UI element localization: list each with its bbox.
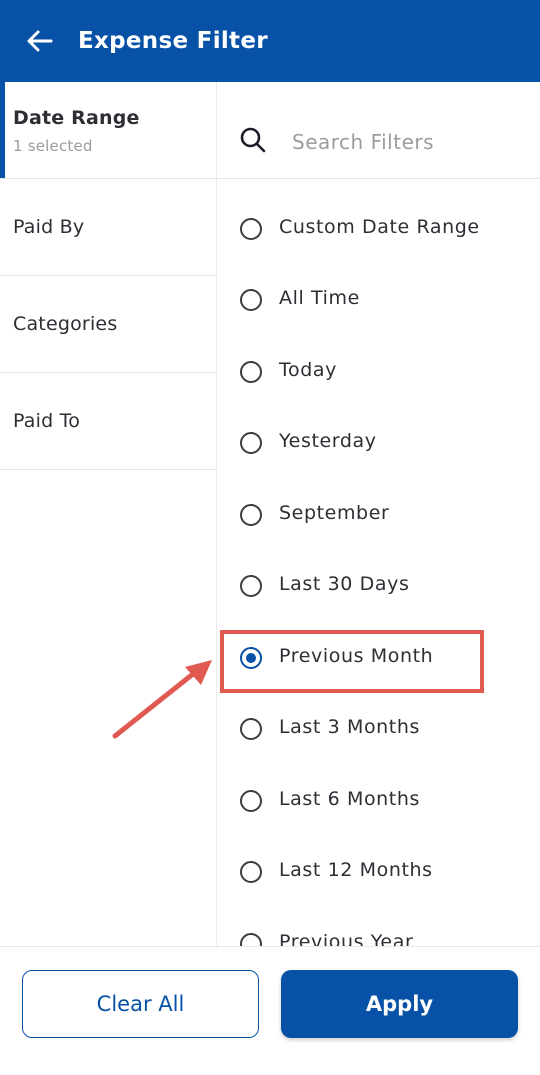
arrow-left-icon <box>27 30 53 52</box>
radio-button[interactable] <box>240 218 262 240</box>
radio-button[interactable] <box>240 861 262 883</box>
option-previous-month[interactable]: Previous Month <box>217 609 540 680</box>
radio-button[interactable] <box>240 504 262 526</box>
option-yesterday[interactable]: Yesterday <box>217 394 540 465</box>
sidebar-item-paid-to[interactable]: Paid To <box>0 373 216 470</box>
date-range-options: Custom Date Range All Time Today Yesterd… <box>217 180 540 946</box>
search-input[interactable] <box>292 122 522 162</box>
sidebar-item-date-range[interactable]: Date Range 1 selected <box>0 82 216 179</box>
option-today[interactable]: Today <box>217 323 540 394</box>
sidebar-item-label: Paid By <box>13 216 85 238</box>
radio-button[interactable] <box>240 361 262 383</box>
radio-button[interactable] <box>240 790 262 812</box>
sidebar-item-label: Categories <box>13 313 118 335</box>
back-button[interactable] <box>20 21 60 61</box>
option-last-12-months[interactable]: Last 12 Months <box>217 823 540 894</box>
search-bar <box>217 82 540 179</box>
sidebar-item-categories[interactable]: Categories <box>0 276 216 373</box>
option-label: Last 30 Days <box>279 573 410 595</box>
option-all-time[interactable]: All Time <box>217 251 540 322</box>
option-label: Yesterday <box>279 430 377 452</box>
clear-all-button[interactable]: Clear All <box>22 970 259 1038</box>
sidebar-item-paid-by[interactable]: Paid By <box>0 179 216 276</box>
option-label: All Time <box>279 287 360 309</box>
option-label: Previous Month <box>279 645 434 667</box>
option-label: Last 6 Months <box>279 788 420 810</box>
radio-button[interactable] <box>240 575 262 597</box>
radio-button[interactable] <box>240 432 262 454</box>
app-bar: Expense Filter <box>0 0 540 82</box>
option-label: Custom Date Range <box>279 216 480 238</box>
radio-button[interactable] <box>240 289 262 311</box>
radio-button[interactable] <box>240 718 262 740</box>
action-footer: Clear All Apply <box>0 946 540 1075</box>
apply-button[interactable]: Apply <box>281 970 518 1038</box>
option-custom-date-range[interactable]: Custom Date Range <box>217 180 540 251</box>
option-label: September <box>279 502 390 524</box>
annotation-arrow-icon <box>112 660 212 739</box>
radio-button-selected[interactable] <box>240 647 262 669</box>
option-label: Previous Year <box>279 931 414 946</box>
page-title: Expense Filter <box>78 28 268 54</box>
radio-button[interactable] <box>240 933 262 946</box>
option-last-30-days[interactable]: Last 30 Days <box>217 537 540 608</box>
option-label: Last 3 Months <box>279 716 420 738</box>
filter-category-sidebar: Date Range 1 selected Paid By Categories… <box>0 82 217 946</box>
option-last-3-months[interactable]: Last 3 Months <box>217 680 540 751</box>
selection-count: 1 selected <box>13 137 93 155</box>
option-last-6-months[interactable]: Last 6 Months <box>217 752 540 823</box>
option-previous-year[interactable]: Previous Year <box>217 895 540 946</box>
sidebar-item-label: Date Range <box>13 107 140 129</box>
sidebar-item-label: Paid To <box>13 410 81 432</box>
option-september[interactable]: September <box>217 466 540 537</box>
option-label: Today <box>279 359 337 381</box>
option-label: Last 12 Months <box>279 859 433 881</box>
search-icon <box>240 127 266 153</box>
